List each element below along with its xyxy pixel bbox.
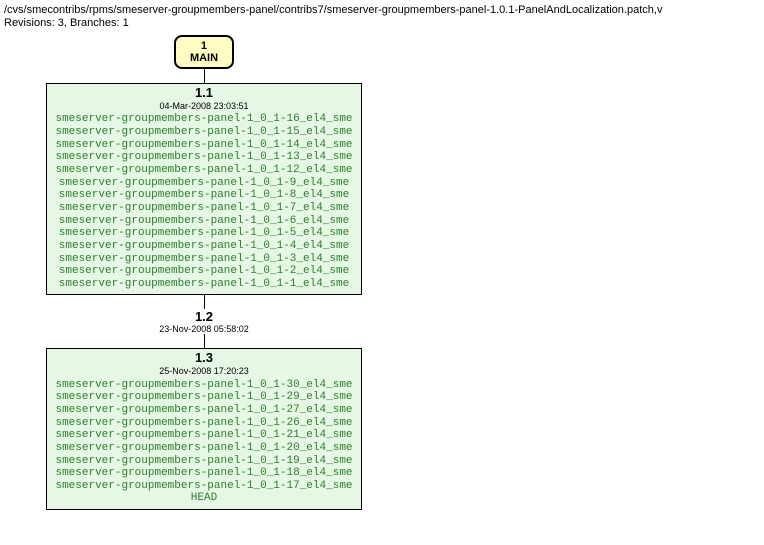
tag: smeserver-groupmembers-panel-1_0_1-21_el… xyxy=(55,429,352,442)
tag: smeserver-groupmembers-panel-1_0_1-13_el… xyxy=(55,151,352,164)
tag: smeserver-groupmembers-panel-1_0_1-20_el… xyxy=(55,442,352,455)
tag: smeserver-groupmembers-panel-1_0_1-9_el4… xyxy=(55,177,352,190)
revision-number-1-2[interactable]: 1.2 xyxy=(195,309,213,324)
tag-list: smeserver-groupmembers-panel-1_0_1-16_el… xyxy=(55,113,352,290)
tag: smeserver-groupmembers-panel-1_0_1-30_el… xyxy=(55,379,352,392)
connector-line xyxy=(204,334,205,348)
revision-date: 25-Nov-2008 17:20:23 xyxy=(55,366,352,376)
revision-box-1-1[interactable]: 1.1 04-Mar-2008 23:03:51 smeserver-group… xyxy=(46,83,361,295)
revision-box-1-3[interactable]: 1.3 25-Nov-2008 17:20:23 smeserver-group… xyxy=(46,348,361,510)
branch-number: 1 xyxy=(201,40,207,52)
tag: smeserver-groupmembers-panel-1_0_1-14_el… xyxy=(55,139,352,152)
tag: smeserver-groupmembers-panel-1_0_1-12_el… xyxy=(55,164,352,177)
tag: smeserver-groupmembers-panel-1_0_1-27_el… xyxy=(55,404,352,417)
tag: smeserver-groupmembers-panel-1_0_1-26_el… xyxy=(55,417,352,430)
tag: smeserver-groupmembers-panel-1_0_1-17_el… xyxy=(55,480,352,493)
revision-summary: Revisions: 3, Branches: 1 xyxy=(4,17,764,29)
branch-box-main[interactable]: 1 MAIN xyxy=(174,35,234,69)
revision-date: 23-Nov-2008 05:58:02 xyxy=(159,324,249,334)
revision-number: 1.3 xyxy=(55,351,352,366)
tag: smeserver-groupmembers-panel-1_0_1-8_el4… xyxy=(55,189,352,202)
revision-number: 1.1 xyxy=(55,86,352,101)
tag: smeserver-groupmembers-panel-1_0_1-18_el… xyxy=(55,467,352,480)
tag: smeserver-groupmembers-panel-1_0_1-2_el4… xyxy=(55,265,352,278)
tag: smeserver-groupmembers-panel-1_0_1-7_el4… xyxy=(55,202,352,215)
head-label: HEAD xyxy=(55,492,352,505)
revision-graph: 1 MAIN 1.1 04-Mar-2008 23:03:51 smeserve… xyxy=(14,35,394,510)
connector-line xyxy=(204,69,205,83)
tag: smeserver-groupmembers-panel-1_0_1-1_el4… xyxy=(55,278,352,291)
connector-line xyxy=(204,295,205,309)
tag: smeserver-groupmembers-panel-1_0_1-6_el4… xyxy=(55,215,352,228)
tag: smeserver-groupmembers-panel-1_0_1-19_el… xyxy=(55,455,352,468)
tag-list: smeserver-groupmembers-panel-1_0_1-30_el… xyxy=(55,379,352,493)
file-path: /cvs/smecontribs/rpms/smeserver-groupmem… xyxy=(4,4,764,16)
tag: smeserver-groupmembers-panel-1_0_1-16_el… xyxy=(55,113,352,126)
tag: smeserver-groupmembers-panel-1_0_1-29_el… xyxy=(55,391,352,404)
tag: smeserver-groupmembers-panel-1_0_1-5_el4… xyxy=(55,227,352,240)
tag: smeserver-groupmembers-panel-1_0_1-4_el4… xyxy=(55,240,352,253)
tag: smeserver-groupmembers-panel-1_0_1-15_el… xyxy=(55,126,352,139)
branch-name: MAIN xyxy=(190,52,218,64)
revision-date: 04-Mar-2008 23:03:51 xyxy=(55,101,352,111)
tag: smeserver-groupmembers-panel-1_0_1-3_el4… xyxy=(55,253,352,266)
